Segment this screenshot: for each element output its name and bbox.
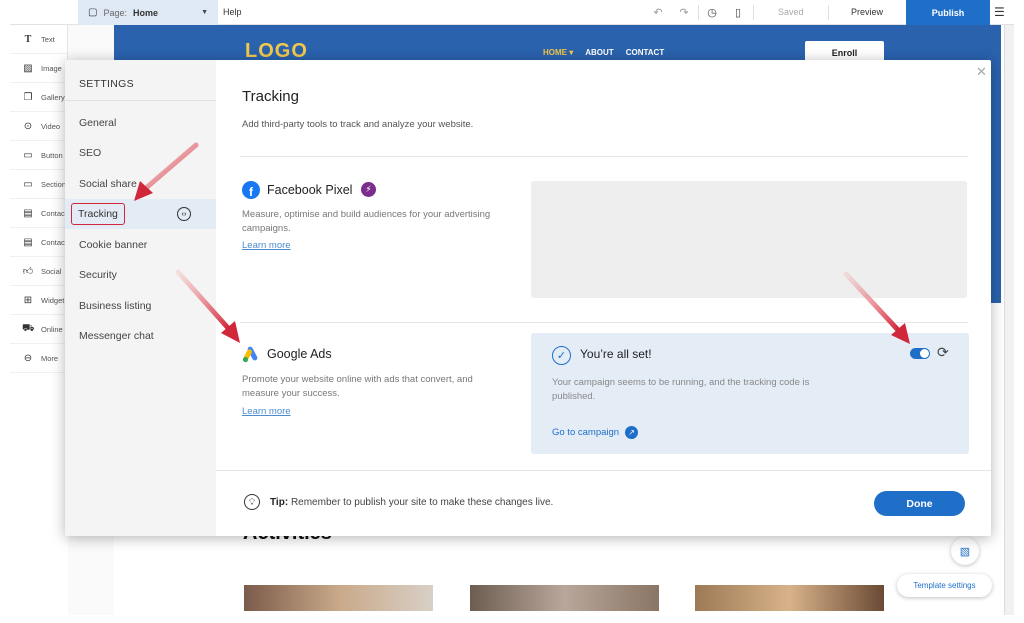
settings-item-business-listing[interactable]: Business listing xyxy=(65,291,216,321)
facebook-icon: f xyxy=(242,181,260,199)
divider xyxy=(698,5,699,20)
tracking-highlight: Tracking xyxy=(71,203,125,225)
tool-section[interactable]: ▭ Section xyxy=(10,170,67,199)
go-to-campaign-link[interactable]: Go to campaign ↗ xyxy=(552,426,639,439)
page-select-label: Page: xyxy=(103,7,127,18)
section-icon: ▭ xyxy=(23,178,33,190)
external-arrow-icon: ↗ xyxy=(625,426,639,439)
facebook-pixel-description: Measure, optimise and build audiences fo… xyxy=(242,209,491,234)
more-icon: ⊖ xyxy=(23,352,33,364)
thumbs-up-icon: 👍︎ xyxy=(22,266,34,277)
tool-widget[interactable]: ⊞ Widget xyxy=(10,286,67,315)
tool-button[interactable]: ▭ Button xyxy=(10,141,67,170)
tool-video[interactable]: ⊙ Video xyxy=(10,112,67,141)
settings-item-social-share[interactable]: Social share xyxy=(65,169,216,199)
code-icon[interactable]: ‹› xyxy=(177,207,191,221)
page-select-value: Home xyxy=(132,7,158,18)
done-button[interactable]: Done xyxy=(874,491,965,516)
history-icon[interactable]: ◷ xyxy=(704,4,720,20)
nav-home[interactable]: HOME ▾ xyxy=(543,48,573,57)
settings-modal: SETTINGS General SEO Social share Tracki… xyxy=(65,60,991,536)
google-learn-more-link[interactable]: Learn more xyxy=(242,406,291,417)
help-link[interactable]: Help xyxy=(223,7,242,17)
settings-item-seo[interactable]: SEO xyxy=(65,138,216,168)
mobile-view-icon[interactable]: ▯ xyxy=(730,4,746,20)
tool-more[interactable]: ⊖ More xyxy=(10,344,67,373)
divider xyxy=(828,5,829,20)
google-ads-title: Google Ads xyxy=(267,347,332,361)
gallery-icon: ❐ xyxy=(23,91,33,103)
settings-item-general[interactable]: General xyxy=(65,108,216,138)
facebook-learn-more-link[interactable]: Learn more xyxy=(242,240,291,251)
preview-button[interactable]: Preview xyxy=(851,7,883,17)
tool-online-store[interactable]: ⛟ Online xyxy=(10,315,67,344)
nav-contact[interactable]: CONTACT xyxy=(626,48,665,57)
tip-text: Tip: Remember to publish your site to ma… xyxy=(270,497,554,508)
page-title: Tracking xyxy=(242,88,299,105)
divider xyxy=(216,470,991,471)
settings-item-cookie-banner[interactable]: Cookie banner xyxy=(65,230,216,260)
settings-item-tracking[interactable]: Tracking ‹› xyxy=(65,199,216,229)
page-icon: ▢ xyxy=(88,7,98,18)
tool-contact[interactable]: ▤ Contact xyxy=(10,228,67,257)
tools-sidebar: T Text ▨ Image ❐ Gallery ⊙ Video ▭ Button ▭ Se… xyxy=(10,25,68,373)
facebook-pixel-panel xyxy=(531,181,967,298)
settings-item-security[interactable]: Security xyxy=(65,260,216,290)
undo-icon[interactable]: ↶ xyxy=(650,4,666,20)
image-icon: ▨ xyxy=(23,62,33,74)
site-nav: HOME ▾ ABOUT CONTACT xyxy=(543,48,664,57)
chevron-down-icon: ▼ xyxy=(201,9,208,16)
google-ads-icon xyxy=(242,346,258,363)
contact-form-icon: ▤ xyxy=(23,207,33,219)
canvas-scrollbar[interactable] xyxy=(1004,25,1014,615)
settings-item-messenger-chat[interactable]: Messenger chat xyxy=(65,321,216,351)
status-title: You’re all set! xyxy=(580,347,652,361)
settings-title: SETTINGS xyxy=(79,78,134,90)
close-icon[interactable]: ✕ xyxy=(976,64,987,80)
text-icon: T xyxy=(24,33,32,45)
facebook-pixel-title: Facebook Pixel xyxy=(267,183,353,197)
button-icon: ▭ xyxy=(23,149,33,161)
redo-icon[interactable]: ↷ xyxy=(676,4,692,20)
page-subtitle: Add third-party tools to track and analy… xyxy=(242,119,474,130)
video-icon: ⊙ xyxy=(23,120,33,132)
tool-social[interactable]: 👍︎ Social xyxy=(10,257,67,286)
lightning-icon: ⚡︎ xyxy=(361,182,376,197)
tool-contact-form[interactable]: ▤ Contact xyxy=(10,199,67,228)
activity-thumbnail xyxy=(470,585,659,611)
activity-thumbnail xyxy=(695,585,884,611)
google-ads-status-panel: ✓ You’re all set! Your campaign seems to… xyxy=(531,333,969,454)
page-selector[interactable]: ▢ Page: Home ▼ xyxy=(78,0,218,25)
saved-status: Saved xyxy=(778,7,804,17)
google-ads-description: Promote your website online with ads tha… xyxy=(242,374,473,399)
activity-thumbnail xyxy=(244,585,433,611)
publish-button[interactable]: Publish xyxy=(906,0,990,25)
cart-icon: ⛟ xyxy=(22,322,35,334)
nav-about[interactable]: ABOUT xyxy=(585,48,613,57)
design-palette-icon[interactable]: ▧ xyxy=(951,537,979,565)
template-settings-button[interactable]: Template settings xyxy=(897,574,992,597)
refresh-icon[interactable]: ⟳ xyxy=(937,344,949,361)
tool-text[interactable]: T Text xyxy=(10,25,67,54)
divider xyxy=(240,156,968,157)
divider xyxy=(65,100,216,101)
status-message: Your campaign seems to be running, and t… xyxy=(552,377,810,402)
divider xyxy=(240,322,968,323)
check-circle-icon: ✓ xyxy=(552,346,571,365)
menu-icon[interactable]: ☰ xyxy=(994,5,1005,19)
contact-icon: ▤ xyxy=(23,236,33,248)
divider xyxy=(753,5,754,20)
lightbulb-icon: 💡︎ xyxy=(244,494,260,510)
google-ads-toggle[interactable] xyxy=(910,348,930,359)
tool-gallery[interactable]: ❐ Gallery xyxy=(10,83,67,112)
widget-icon: ⊞ xyxy=(23,294,33,306)
settings-sidebar: SETTINGS General SEO Social share Tracki… xyxy=(65,60,216,536)
tool-image[interactable]: ▨ Image xyxy=(10,54,67,83)
top-toolbar: ▢ Page: Home ▼ Help ↶ ↷ ◷ ▯ Saved Previe… xyxy=(10,0,1014,25)
